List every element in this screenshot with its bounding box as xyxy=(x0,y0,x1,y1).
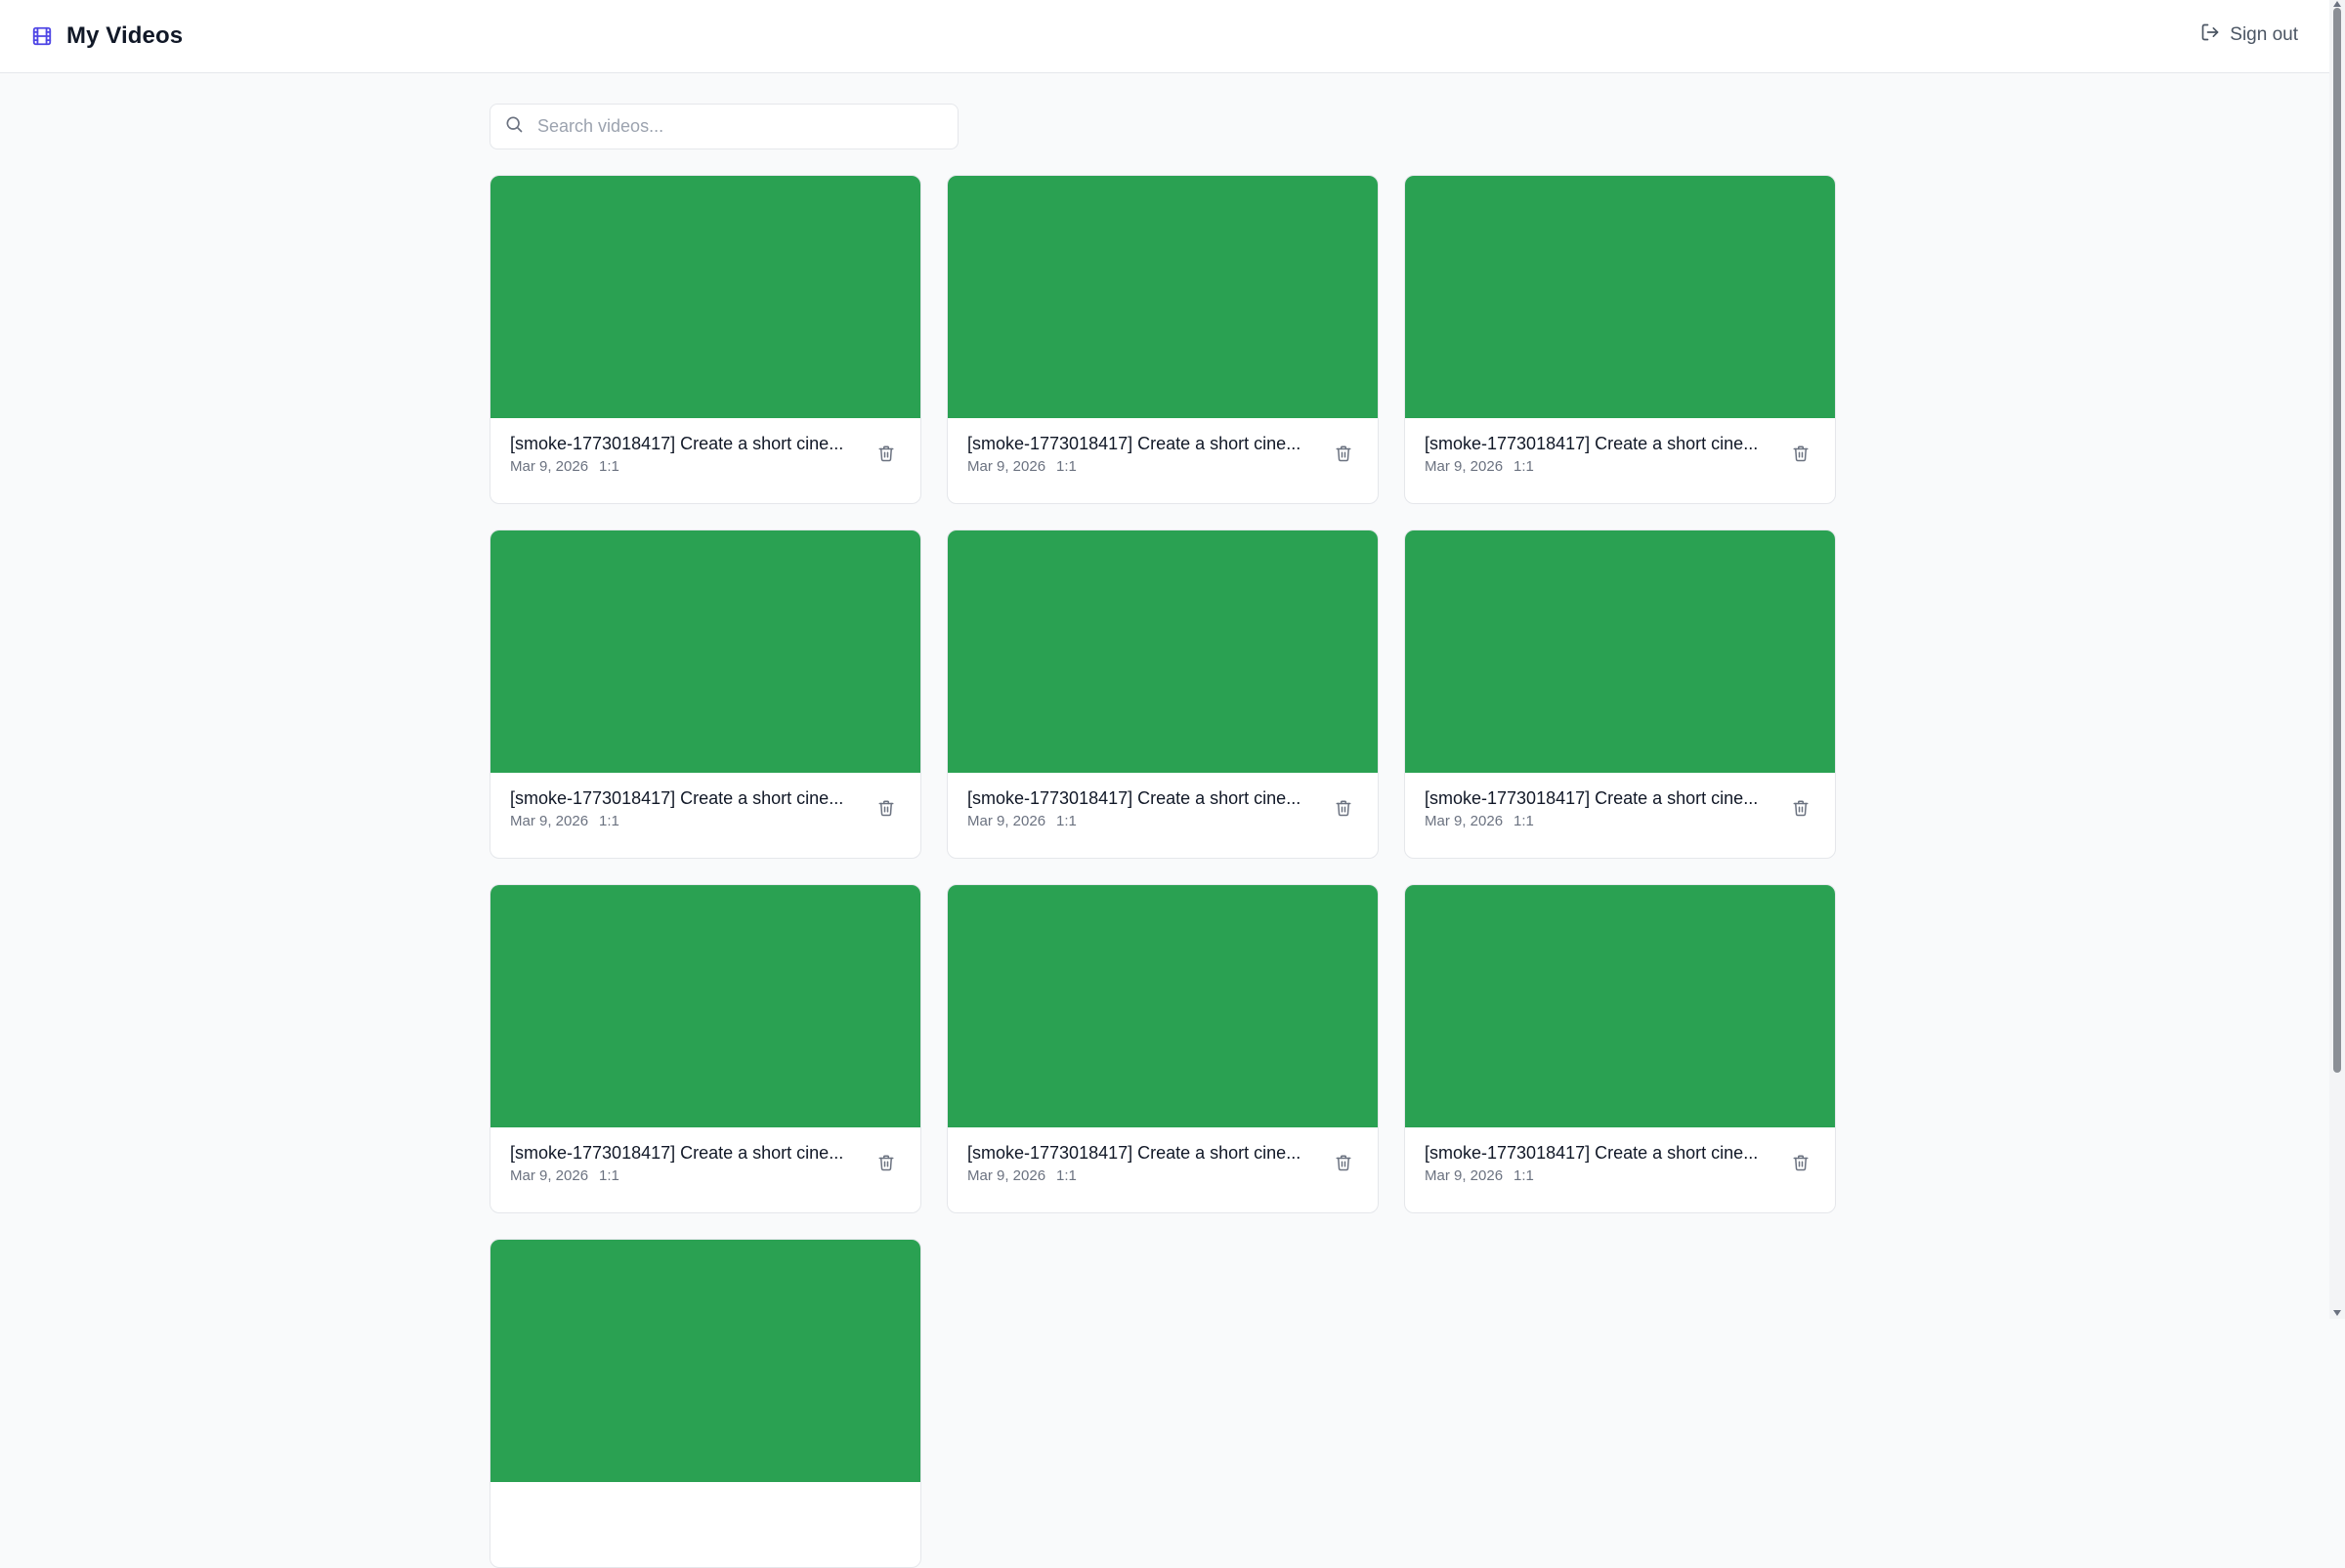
video-thumbnail[interactable] xyxy=(490,530,920,773)
delete-button[interactable] xyxy=(877,798,895,818)
video-date: Mar 9, 2026 xyxy=(1425,813,1504,829)
scroll-up-arrow-icon[interactable] xyxy=(2332,0,2342,8)
video-date: Mar 9, 2026 xyxy=(967,813,1046,829)
video-aspect-ratio: 1:1 xyxy=(1514,458,1534,475)
video-meta: Mar 9, 2026 1:1 xyxy=(967,1167,1319,1184)
video-thumbnail[interactable] xyxy=(490,885,920,1127)
video-aspect-ratio: 1:1 xyxy=(1056,1167,1077,1184)
trash-icon xyxy=(1793,445,1809,462)
video-meta: Mar 9, 2026 1:1 xyxy=(510,458,862,475)
trash-icon xyxy=(1793,1155,1809,1171)
video-date: Mar 9, 2026 xyxy=(510,813,589,829)
trash-icon xyxy=(1336,445,1351,462)
video-aspect-ratio: 1:1 xyxy=(599,1167,619,1184)
video-thumbnail[interactable] xyxy=(490,1240,920,1482)
search-input[interactable] xyxy=(535,115,930,138)
video-thumbnail[interactable] xyxy=(948,530,1378,773)
video-card[interactable] xyxy=(490,1239,921,1568)
video-date: Mar 9, 2026 xyxy=(1425,458,1504,475)
video-date: Mar 9, 2026 xyxy=(1425,1167,1504,1184)
app-header: My Videos Sign out xyxy=(0,0,2329,73)
video-meta: Mar 9, 2026 1:1 xyxy=(967,458,1319,475)
video-title: [smoke-1773018417] Create a short cine..… xyxy=(1425,434,1759,453)
video-info: [smoke-1773018417] Create a short cine..… xyxy=(1425,1142,1776,1184)
video-title: [smoke-1773018417] Create a short cine..… xyxy=(510,434,844,453)
video-info: [smoke-1773018417] Create a short cine..… xyxy=(967,1142,1319,1184)
delete-button[interactable] xyxy=(1335,444,1352,463)
video-thumbnail[interactable] xyxy=(948,885,1378,1127)
video-card[interactable]: [smoke-1773018417] Create a short cine..… xyxy=(947,884,1379,1213)
video-info: [smoke-1773018417] Create a short cine..… xyxy=(510,433,862,475)
brand: My Videos xyxy=(31,22,183,50)
search-box[interactable] xyxy=(490,104,959,149)
video-title: [smoke-1773018417] Create a short cine..… xyxy=(967,788,1301,808)
video-thumbnail[interactable] xyxy=(948,176,1378,418)
video-card[interactable]: [smoke-1773018417] Create a short cine..… xyxy=(1404,884,1836,1213)
video-meta: Mar 9, 2026 1:1 xyxy=(510,813,862,829)
log-out-icon xyxy=(2200,22,2220,48)
video-aspect-ratio: 1:1 xyxy=(1056,813,1077,829)
video-thumbnail[interactable] xyxy=(1405,885,1835,1127)
delete-button[interactable] xyxy=(1792,798,1810,818)
video-title: [smoke-1773018417] Create a short cine..… xyxy=(1425,1143,1759,1163)
video-info: [smoke-1773018417] Create a short cine..… xyxy=(967,433,1319,475)
video-date: Mar 9, 2026 xyxy=(967,1167,1046,1184)
scrollbar-thumb[interactable] xyxy=(2333,8,2341,1073)
video-aspect-ratio: 1:1 xyxy=(1056,458,1077,475)
delete-button[interactable] xyxy=(1792,444,1810,463)
video-meta: Mar 9, 2026 1:1 xyxy=(1425,813,1776,829)
video-title: [smoke-1773018417] Create a short cine..… xyxy=(1425,788,1759,808)
scrollbar[interactable] xyxy=(2329,0,2345,1319)
delete-button[interactable] xyxy=(1335,1153,1352,1172)
video-thumbnail[interactable] xyxy=(1405,176,1835,418)
trash-icon xyxy=(1336,800,1351,817)
video-info: [smoke-1773018417] Create a short cine..… xyxy=(510,1142,862,1184)
search-icon xyxy=(504,114,524,139)
video-meta: Mar 9, 2026 1:1 xyxy=(510,1167,862,1184)
video-title: [smoke-1773018417] Create a short cine..… xyxy=(967,434,1301,453)
trash-icon xyxy=(878,800,894,817)
video-date: Mar 9, 2026 xyxy=(510,458,589,475)
delete-button[interactable] xyxy=(1792,1153,1810,1172)
video-card[interactable]: [smoke-1773018417] Create a short cine..… xyxy=(490,175,921,504)
scroll-down-arrow-icon[interactable] xyxy=(2332,1309,2342,1317)
video-card[interactable]: [smoke-1773018417] Create a short cine..… xyxy=(1404,175,1836,504)
delete-button[interactable] xyxy=(877,444,895,463)
trash-icon xyxy=(878,445,894,462)
video-title: [smoke-1773018417] Create a short cine..… xyxy=(510,1143,844,1163)
video-thumbnail[interactable] xyxy=(490,176,920,418)
video-meta: Mar 9, 2026 1:1 xyxy=(967,813,1319,829)
delete-button[interactable] xyxy=(877,1153,895,1172)
trash-icon xyxy=(1336,1155,1351,1171)
sign-out-button[interactable]: Sign out xyxy=(2200,22,2298,48)
film-icon xyxy=(31,25,53,47)
page-title: My Videos xyxy=(66,22,184,49)
delete-button[interactable] xyxy=(1335,798,1352,818)
video-date: Mar 9, 2026 xyxy=(967,458,1046,475)
trash-icon xyxy=(878,1155,894,1171)
video-card[interactable]: [smoke-1773018417] Create a short cine..… xyxy=(1404,530,1836,859)
video-card[interactable]: [smoke-1773018417] Create a short cine..… xyxy=(947,175,1379,504)
video-card[interactable]: [smoke-1773018417] Create a short cine..… xyxy=(490,530,921,859)
video-grid: [smoke-1773018417] Create a short cine..… xyxy=(490,175,1838,1568)
video-card[interactable]: [smoke-1773018417] Create a short cine..… xyxy=(490,884,921,1213)
video-title: [smoke-1773018417] Create a short cine..… xyxy=(510,788,844,808)
video-title: [smoke-1773018417] Create a short cine..… xyxy=(967,1143,1301,1163)
video-meta: Mar 9, 2026 1:1 xyxy=(1425,458,1776,475)
video-info: [smoke-1773018417] Create a short cine..… xyxy=(510,787,862,829)
video-aspect-ratio: 1:1 xyxy=(599,813,619,829)
video-info: [smoke-1773018417] Create a short cine..… xyxy=(1425,433,1776,475)
video-aspect-ratio: 1:1 xyxy=(599,458,619,475)
video-thumbnail[interactable] xyxy=(1405,530,1835,773)
video-meta: Mar 9, 2026 1:1 xyxy=(1425,1167,1776,1184)
main-content: [smoke-1773018417] Create a short cine..… xyxy=(490,104,1838,1568)
video-date: Mar 9, 2026 xyxy=(510,1167,589,1184)
video-info: [smoke-1773018417] Create a short cine..… xyxy=(1425,787,1776,829)
video-aspect-ratio: 1:1 xyxy=(1514,1167,1534,1184)
video-info: [smoke-1773018417] Create a short cine..… xyxy=(967,787,1319,829)
sign-out-label: Sign out xyxy=(2230,24,2298,45)
trash-icon xyxy=(1793,800,1809,817)
video-aspect-ratio: 1:1 xyxy=(1514,813,1534,829)
video-card[interactable]: [smoke-1773018417] Create a short cine..… xyxy=(947,530,1379,859)
